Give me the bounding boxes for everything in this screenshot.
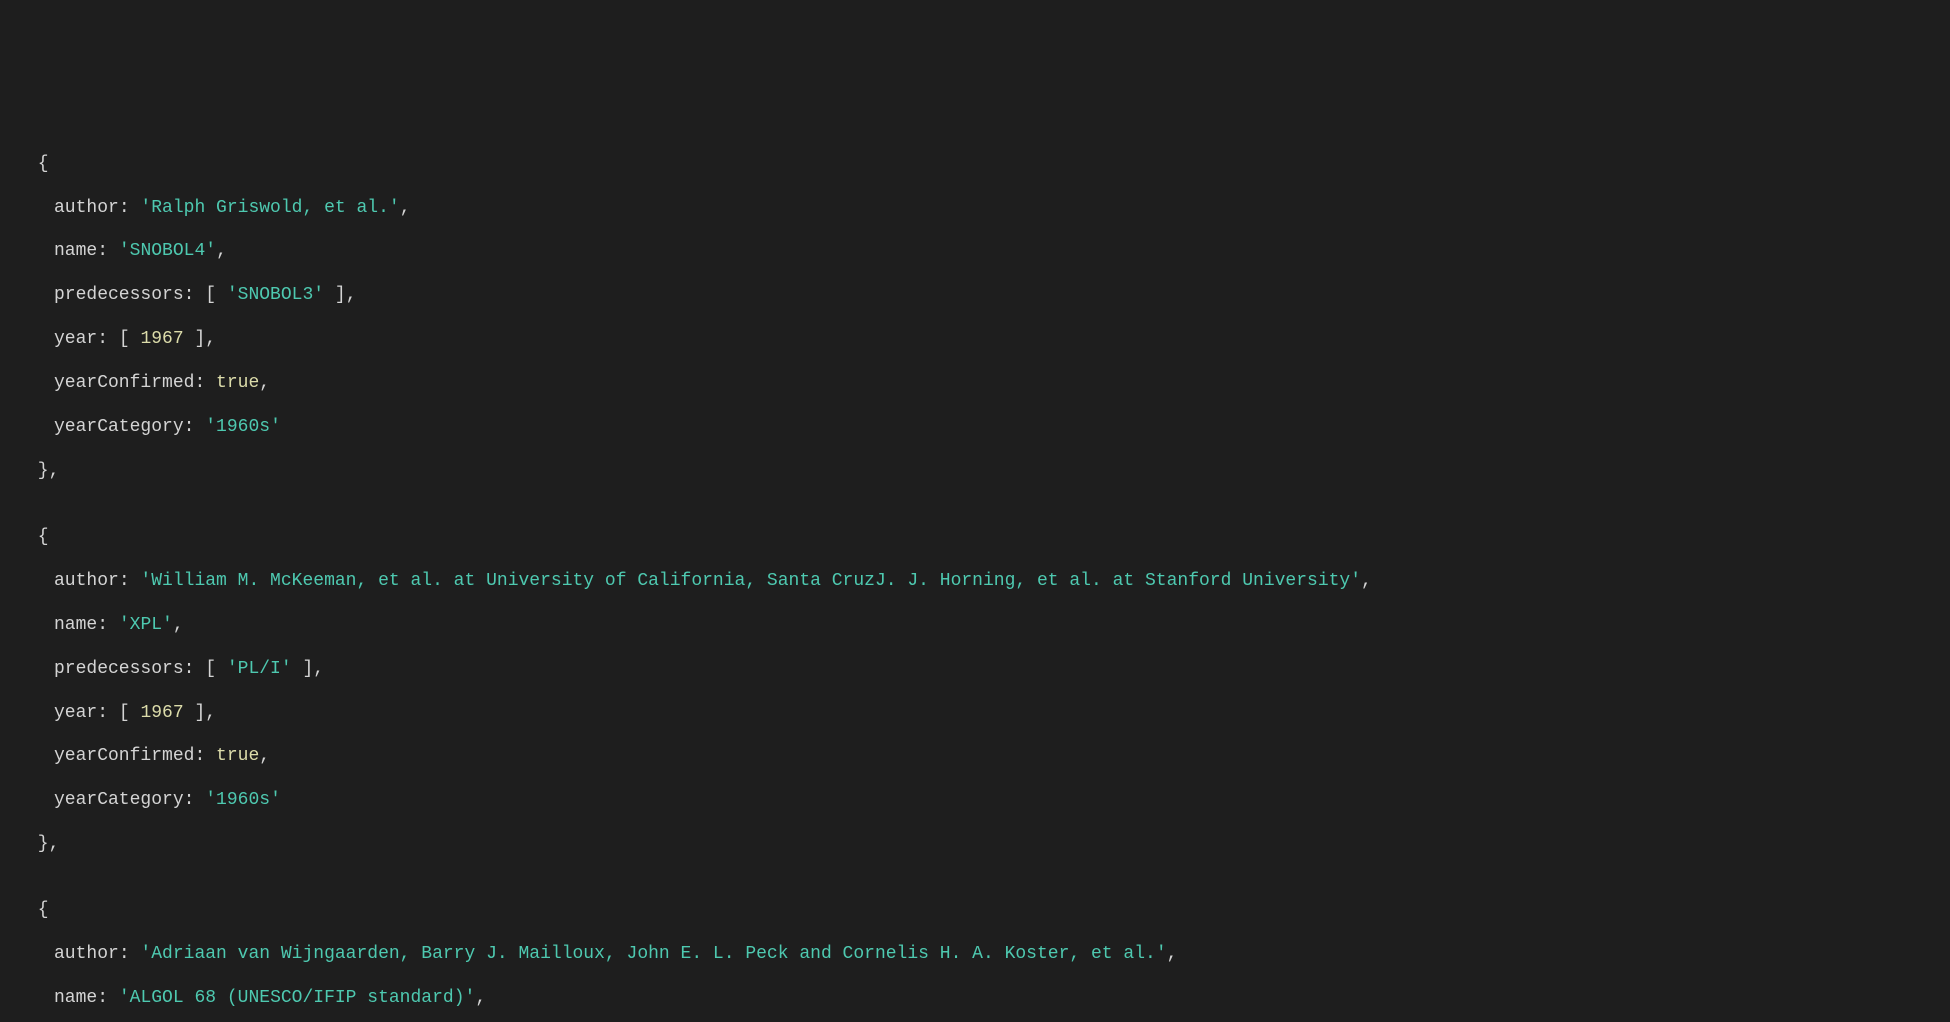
object-open: { <box>0 527 1950 549</box>
prop-yearconfirmed: yearConfirmed: true, <box>0 746 1950 768</box>
prop-yearcategory: yearCategory: '1960s' <box>0 417 1950 439</box>
object-open: { <box>0 154 1950 176</box>
prop-yearcategory: yearCategory: '1960s' <box>0 790 1950 812</box>
terminal-output: { author: 'Ralph Griswold, et al.', name… <box>0 110 1950 1022</box>
object-open: { <box>0 900 1950 922</box>
prop-author: author: 'Adriaan van Wijngaarden, Barry … <box>0 944 1950 966</box>
prop-year: year: [ 1967 ], <box>0 703 1950 725</box>
prop-yearconfirmed: yearConfirmed: true, <box>0 373 1950 395</box>
prop-author: author: 'William M. McKeeman, et al. at … <box>0 571 1950 593</box>
object-close: }, <box>0 461 1950 483</box>
prop-name: name: 'XPL', <box>0 615 1950 637</box>
object-close: }, <box>0 834 1950 856</box>
prop-author: author: 'Ralph Griswold, et al.', <box>0 198 1950 220</box>
prop-year: year: [ 1967 ], <box>0 329 1950 351</box>
prop-name: name: 'ALGOL 68 (UNESCO/IFIP standard)', <box>0 988 1950 1010</box>
prop-predecessors: predecessors: [ 'SNOBOL3' ], <box>0 285 1950 307</box>
prop-predecessors: predecessors: [ 'PL/I' ], <box>0 659 1950 681</box>
prop-name: name: 'SNOBOL4', <box>0 241 1950 263</box>
